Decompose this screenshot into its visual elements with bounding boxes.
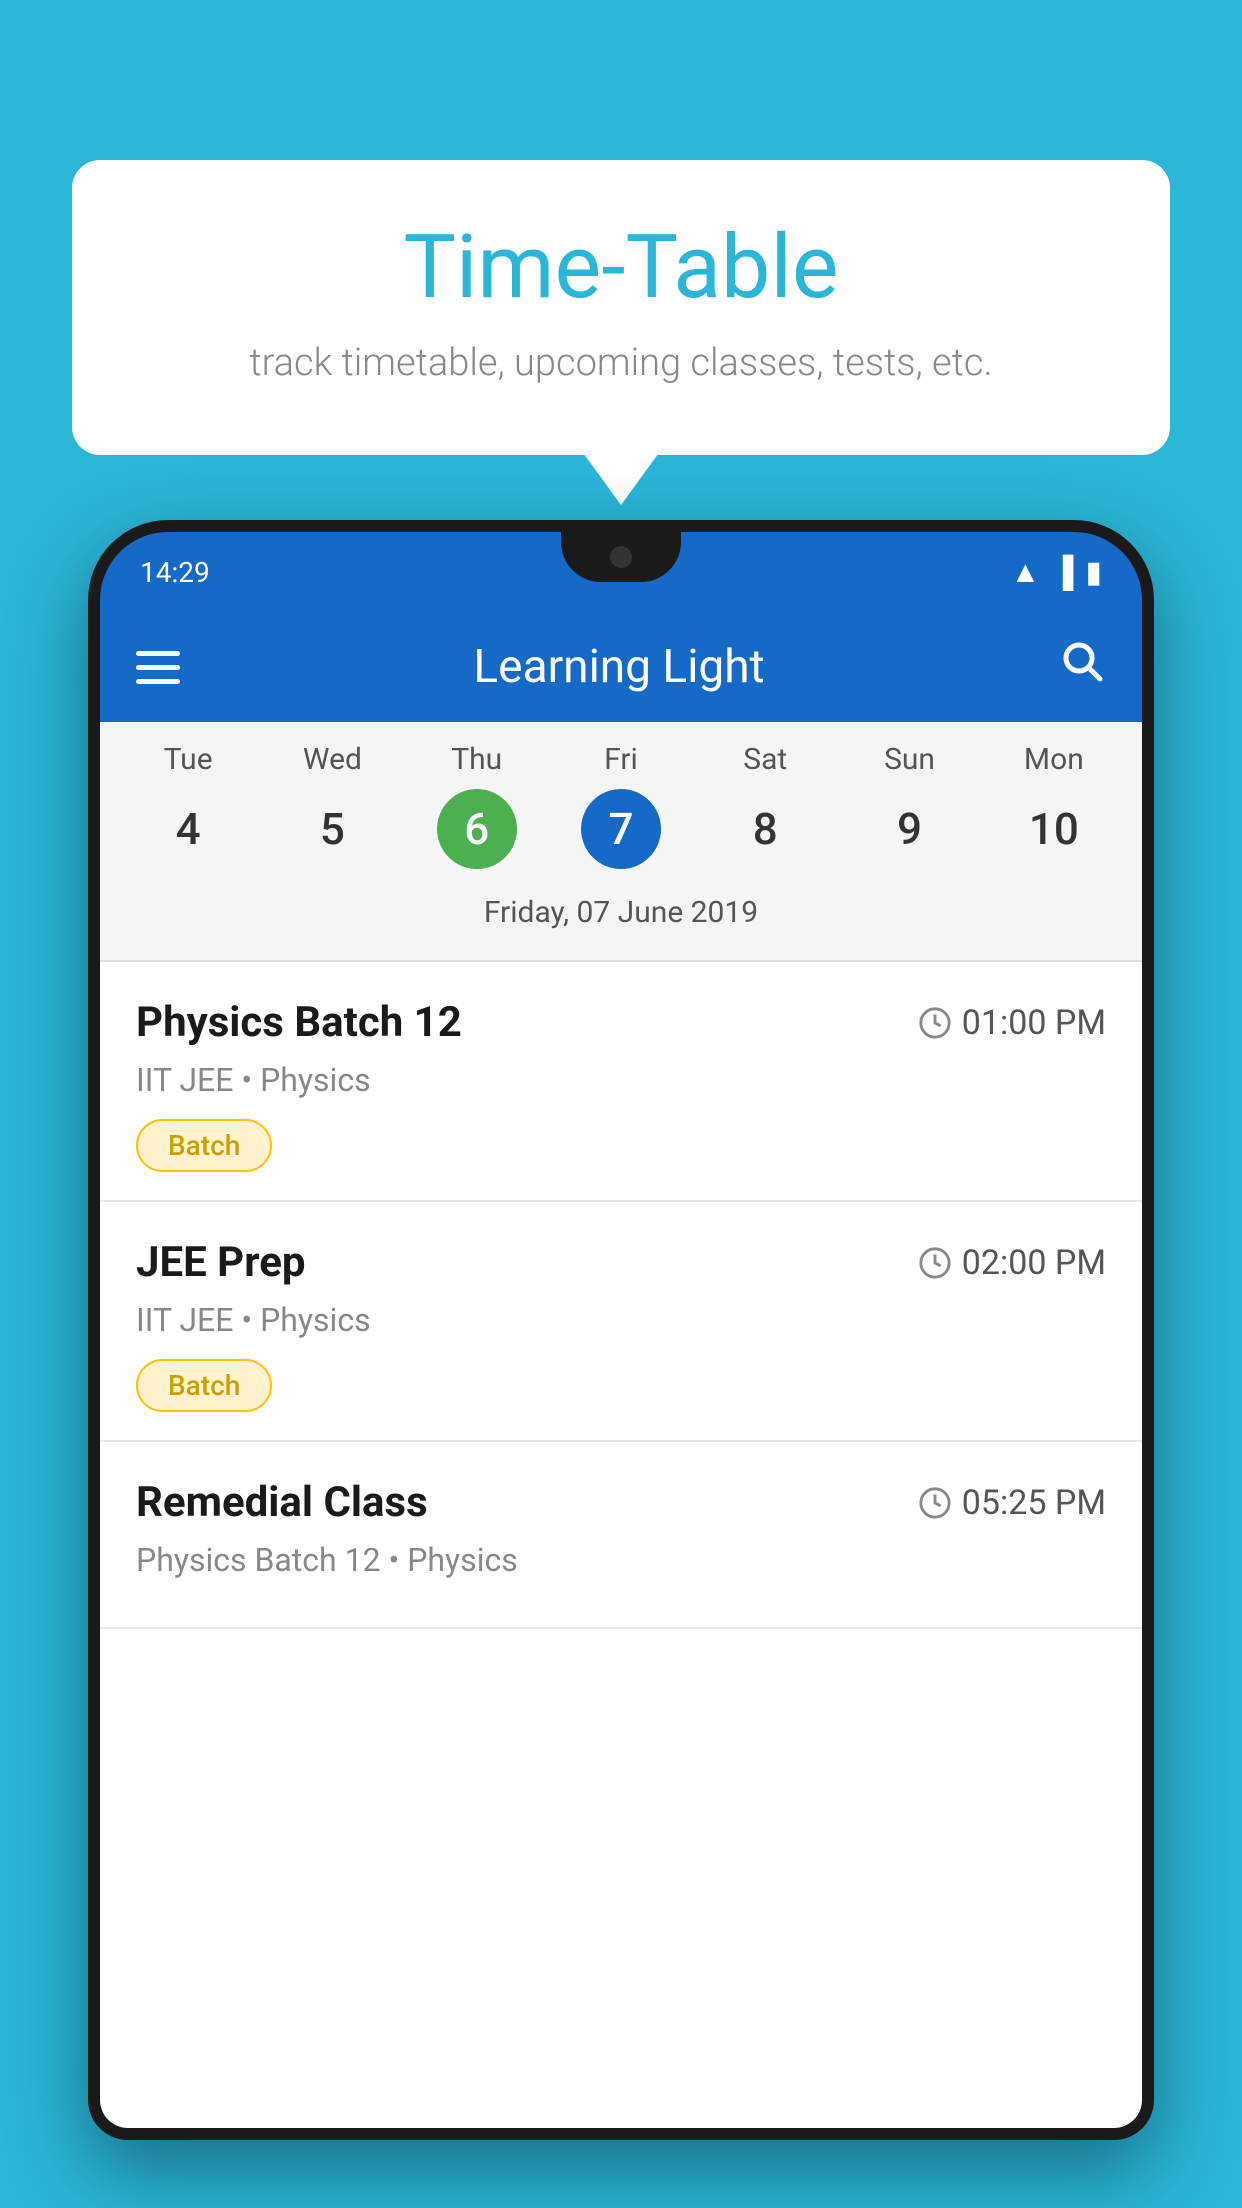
clock-icon-3	[918, 1486, 952, 1520]
search-icon[interactable]	[1058, 637, 1106, 697]
batch-badge-2: Batch	[136, 1359, 272, 1412]
day-name-sun: Sun	[884, 742, 935, 777]
item-subtitle-1: IIT JEE • Physics	[136, 1061, 1106, 1099]
speech-bubble-section: Time-Table track timetable, upcoming cla…	[72, 160, 1170, 455]
day-num-mon: 10	[1014, 789, 1094, 869]
day-fri[interactable]: Fri 7	[549, 742, 693, 869]
day-name-sat: Sat	[743, 742, 787, 777]
day-name-thu: Thu	[451, 742, 502, 777]
schedule-item-3[interactable]: Remedial Class 05:25 PM Physics Batch 12…	[100, 1442, 1142, 1629]
day-num-sat: 8	[725, 789, 805, 869]
schedule-list: Physics Batch 12 01:00 PM IIT JEE • Phys…	[100, 962, 1142, 1629]
speech-bubble: Time-Table track timetable, upcoming cla…	[72, 160, 1170, 455]
day-name-tue: Tue	[164, 742, 213, 777]
battery-icon: ▮	[1085, 555, 1102, 590]
day-name-wed: Wed	[303, 742, 362, 777]
calendar-strip: Tue 4 Wed 5 Thu 6 Fri 7	[100, 722, 1142, 960]
hamburger-line	[136, 665, 180, 670]
phone-frame: 14:29 ▲ ▐ ▮ Learning L	[88, 520, 1154, 2140]
day-num-thu: 6	[437, 789, 517, 869]
item-subtitle-2: IIT JEE • Physics	[136, 1301, 1106, 1339]
day-tue[interactable]: Tue 4	[116, 742, 260, 869]
clock-icon-2	[918, 1246, 952, 1280]
hamburger-line	[136, 679, 180, 684]
item-time-2: 02:00 PM	[918, 1243, 1106, 1283]
item-header-3: Remedial Class 05:25 PM	[136, 1478, 1106, 1527]
day-name-mon: Mon	[1024, 742, 1084, 777]
day-num-fri: 7	[581, 789, 661, 869]
signal-icon: ▐	[1052, 555, 1073, 590]
phone-mockup: 14:29 ▲ ▐ ▮ Learning L	[88, 520, 1154, 2208]
item-time-1: 01:00 PM	[918, 1003, 1106, 1043]
day-num-tue: 4	[148, 789, 228, 869]
day-sat[interactable]: Sat 8	[693, 742, 837, 869]
selected-date-label: Friday, 07 June 2019	[100, 885, 1142, 950]
item-subtitle-3: Physics Batch 12 • Physics	[136, 1541, 1106, 1579]
item-time-3: 05:25 PM	[918, 1483, 1106, 1523]
day-sun[interactable]: Sun 9	[837, 742, 981, 869]
bubble-subtitle: track timetable, upcoming classes, tests…	[152, 341, 1090, 385]
wifi-icon: ▲	[1011, 555, 1041, 590]
item-header-1: Physics Batch 12 01:00 PM	[136, 998, 1106, 1047]
status-bar: 14:29 ▲ ▐ ▮	[100, 532, 1142, 612]
notch	[561, 532, 681, 582]
schedule-item-1[interactable]: Physics Batch 12 01:00 PM IIT JEE • Phys…	[100, 962, 1142, 1202]
item-title-1: Physics Batch 12	[136, 998, 462, 1047]
camera-dot	[610, 546, 632, 568]
hamburger-line	[136, 651, 180, 656]
day-name-fri: Fri	[604, 742, 638, 777]
day-num-wed: 5	[292, 789, 372, 869]
app-screen: Learning Light Tue 4 W	[100, 612, 1142, 2128]
app-header: Learning Light	[100, 612, 1142, 722]
days-row: Tue 4 Wed 5 Thu 6 Fri 7	[100, 742, 1142, 869]
item-title-3: Remedial Class	[136, 1478, 428, 1527]
item-header-2: JEE Prep 02:00 PM	[136, 1238, 1106, 1287]
status-icons: ▲ ▐ ▮	[1011, 555, 1102, 590]
day-num-sun: 9	[870, 789, 950, 869]
day-thu[interactable]: Thu 6	[405, 742, 549, 869]
schedule-item-2[interactable]: JEE Prep 02:00 PM IIT JEE • Physics Batc…	[100, 1202, 1142, 1442]
day-mon[interactable]: Mon 10	[982, 742, 1126, 869]
app-title: Learning Light	[210, 640, 1028, 694]
bubble-title: Time-Table	[152, 220, 1090, 317]
hamburger-menu-icon[interactable]	[136, 651, 180, 684]
clock-icon-1	[918, 1006, 952, 1040]
batch-badge-1: Batch	[136, 1119, 272, 1172]
day-wed[interactable]: Wed 5	[260, 742, 404, 869]
status-time: 14:29	[140, 556, 210, 589]
item-title-2: JEE Prep	[136, 1238, 306, 1287]
